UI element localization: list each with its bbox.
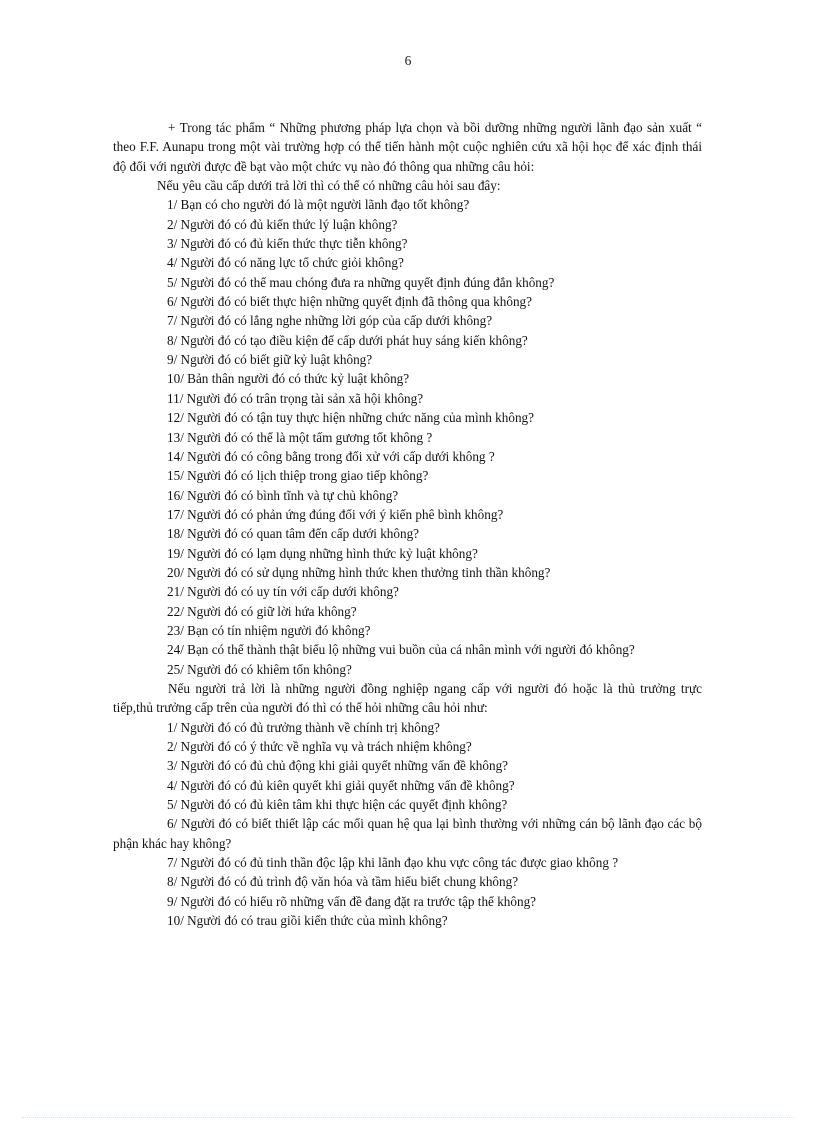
- question-item: 8/ Người đó có tạo điều kiện để cấp dưới…: [167, 332, 528, 348]
- question-item: 10/ Bản thân người đó có thức kỷ luật kh…: [167, 371, 410, 387]
- question-item: 15/ Người đó có lịch thiệp trong giao ti…: [167, 468, 429, 484]
- question-item: 3/ Người đó có đủ chủ động khi giải quyế…: [167, 758, 509, 774]
- question-item: 2/ Người đó có ý thức về nghĩa vụ và trá…: [167, 739, 472, 754]
- question-item: 24/ Bạn có thể thành thật biểu lộ những …: [167, 642, 635, 658]
- question-item: 2/ Người đó có đủ kiến thức lý luận khôn…: [167, 216, 398, 232]
- question-item: 21/ Người đó có uy tín với cấp dưới khôn…: [167, 584, 399, 600]
- question-item: 1/ Người đó có đủ trưởng thành về chính …: [167, 719, 440, 735]
- question-item: 4/ Người đó có đủ kiên quyết khi giải qu…: [167, 777, 515, 793]
- question-item: 7/ Người đó có đủ tinh thần độc lập khi …: [167, 855, 619, 871]
- question-item: 22/ Người đó có giữ lời hứa không?: [167, 603, 357, 619]
- question-item: 16/ Người đó có bình tĩnh và tự chủ khôn…: [167, 487, 399, 503]
- question-item: 8/ Người đó có đủ trình độ văn hóa và tầ…: [167, 874, 519, 890]
- question-item: 12/ Người đó có tận tuy thực hiện những …: [167, 410, 535, 426]
- question-item: 5/ Người đó có thể mau chóng đưa ra nhữn…: [167, 274, 555, 290]
- question-item: 9/ Người đó có hiểu rõ những vấn đề đang…: [167, 893, 537, 909]
- question-item: 23/ Bạn có tín nhiệm người đó không?: [167, 622, 371, 638]
- question-item: 1/ Bạn có cho người đó là một người lãnh…: [167, 197, 470, 213]
- document-body: + Trong tác phẩm “ Những phương pháp lựa…: [113, 118, 702, 930]
- question-item: 7/ Người đó có lắng nghe những lời góp c…: [167, 313, 493, 329]
- question-item: 19/ Người đó có lạm dụng những hình thức…: [167, 545, 478, 561]
- intro-paragraph-2: Nếu yêu cầu cấp dưới trả lời thì có thể …: [157, 178, 501, 194]
- question-item: 6/ Người đó có biết thiết lập các mối qu…: [113, 816, 702, 851]
- transition-paragraph: Nếu người trả lời là những người đồng ng…: [113, 680, 702, 716]
- question-item: 6/ Người đó có biết thực hiện những quyế…: [167, 294, 533, 310]
- question-item: 5/ Người đó có đủ kiên tâm khi thực hiện…: [167, 797, 508, 813]
- question-item: 17/ Người đó có phản ứng đúng đối với ý …: [167, 506, 504, 522]
- question-item: 3/ Người đó có đủ kiến thức thực tiễn kh…: [167, 236, 408, 252]
- question-item: 11/ Người đó có trân trọng tài sản xã hộ…: [167, 390, 424, 406]
- question-item: 4/ Người đó có năng lực tổ chức giỏi khô…: [167, 255, 404, 271]
- question-item: 20/ Người đó có sử dụng những hình thức …: [167, 564, 551, 580]
- document-page: 6 + Trong tác phẩm “ Những phương pháp l…: [0, 0, 816, 1123]
- question-item: 13/ Người đó có thể là một tấm gương tốt…: [167, 429, 433, 445]
- scan-artifact-rule: [22, 1117, 794, 1119]
- question-item: 10/ Người đó có trau giồi kiến thức của …: [167, 913, 448, 929]
- question-item: 18/ Người đó có quan tâm đến cấp dưới kh…: [167, 526, 420, 542]
- question-item: 25/ Người đó có khiêm tốn không?: [167, 661, 352, 677]
- question-item: 9/ Người đó có biết giữ kỷ luật không?: [167, 352, 373, 368]
- intro-paragraph-1: + Trong tác phẩm “ Những phương pháp lựa…: [113, 120, 702, 174]
- question-item: 14/ Người đó có công bằng trong đối xử v…: [167, 448, 495, 464]
- page-number: 6: [404, 53, 412, 68]
